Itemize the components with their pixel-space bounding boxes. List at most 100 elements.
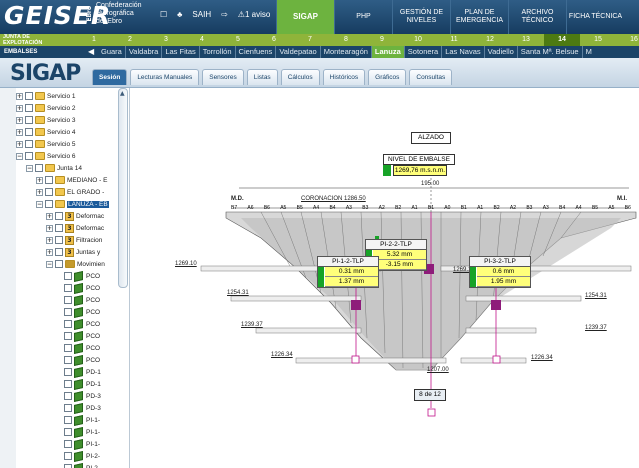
- embalse-link[interactable]: Sotonera: [403, 46, 441, 58]
- tree-item-sensor[interactable]: PCO: [64, 318, 100, 330]
- checkbox[interactable]: [25, 104, 33, 112]
- expand-icon[interactable]: +: [46, 236, 53, 244]
- junta-number-16[interactable]: 16: [616, 34, 639, 46]
- tree-item-sensor[interactable]: PCO: [64, 282, 100, 294]
- junta-number-11[interactable]: 11: [436, 34, 472, 46]
- tab-lecturas-manuales[interactable]: Lecturas Manuales: [130, 69, 200, 85]
- tree-item-grupo[interactable]: +3 Juntas y: [46, 246, 100, 258]
- checkbox[interactable]: [64, 368, 72, 376]
- junta-number-10[interactable]: 10: [400, 34, 436, 46]
- alert-link[interactable]: ⚠1 aviso: [238, 10, 271, 19]
- nav-plan-emergencia[interactable]: PLAN DE EMERGENCIA: [450, 0, 508, 34]
- tree-item-grupo[interactable]: +3 Deformac: [46, 222, 104, 234]
- checkbox[interactable]: [55, 248, 63, 256]
- tree-item-sensor[interactable]: PI-2-: [64, 450, 100, 462]
- embalse-link[interactable]: Lanuza: [370, 46, 404, 58]
- logout-icon[interactable]: ⇨: [221, 10, 228, 19]
- embalse-link[interactable]: Las Navas: [441, 46, 483, 58]
- junta-number-6[interactable]: 6: [256, 34, 292, 46]
- tree-item-grupo[interactable]: − Movimien: [46, 258, 105, 270]
- arrow-left-icon[interactable]: ◀: [88, 46, 94, 58]
- checkbox[interactable]: [64, 440, 72, 448]
- tab-históricos[interactable]: Históricos: [322, 69, 366, 85]
- checkbox[interactable]: [64, 392, 72, 400]
- embalse-link[interactable]: Santa Mª. Belsue: [516, 46, 582, 58]
- junta-number-13[interactable]: 13: [508, 34, 544, 46]
- checkbox[interactable]: [64, 296, 72, 304]
- expand-icon[interactable]: +: [36, 188, 43, 196]
- junta-number-2[interactable]: 2: [112, 34, 148, 46]
- checkbox[interactable]: [45, 200, 53, 208]
- junta-number-15[interactable]: 15: [580, 34, 616, 46]
- expand-icon[interactable]: +: [36, 176, 43, 184]
- collapse-icon[interactable]: −: [16, 152, 23, 160]
- tree-item-sensor[interactable]: PI-1-: [64, 414, 100, 426]
- junta-number-9[interactable]: 9: [364, 34, 400, 46]
- embalse-link[interactable]: M: [581, 46, 595, 58]
- checkbox[interactable]: [64, 356, 72, 364]
- nav-gestion-niveles[interactable]: GESTIÓN DE NIVELES: [392, 0, 450, 34]
- expand-icon[interactable]: +: [16, 92, 23, 100]
- embalse-link[interactable]: Montearagón: [319, 46, 371, 58]
- nav-sigap[interactable]: SIGAP: [276, 0, 334, 34]
- junta-number-5[interactable]: 5: [220, 34, 256, 46]
- tree-item-sensor[interactable]: PI-2-: [64, 462, 100, 468]
- checkbox[interactable]: [55, 236, 63, 244]
- checkbox[interactable]: [64, 272, 72, 280]
- tree-item-embalse[interactable]: + EL GRADO -: [36, 186, 104, 198]
- tree-item-sensor[interactable]: PCO: [64, 342, 100, 354]
- tree-item-sensor[interactable]: PI-1-: [64, 438, 100, 450]
- collapse-icon[interactable]: −: [26, 164, 33, 172]
- checkbox[interactable]: [64, 452, 72, 460]
- network-icon[interactable]: ♣: [177, 10, 182, 19]
- checkbox[interactable]: [35, 164, 43, 172]
- saih-link[interactable]: SAIH: [192, 10, 211, 19]
- checkbox[interactable]: [64, 332, 72, 340]
- expand-icon[interactable]: +: [16, 140, 23, 148]
- expand-icon[interactable]: +: [16, 128, 23, 136]
- tab-listas[interactable]: Listas: [246, 69, 278, 85]
- window-icon[interactable]: ☐: [160, 10, 167, 19]
- tree-item-sensor[interactable]: PD-3: [64, 390, 101, 402]
- embalse-link[interactable]: Torrollón: [198, 46, 235, 58]
- tree-item-grupo[interactable]: +3 Filtracion: [46, 234, 102, 246]
- junta-number-1[interactable]: 1: [76, 34, 112, 46]
- checkbox[interactable]: [55, 260, 63, 268]
- tree-item-servicio[interactable]: + Servicio 5: [16, 138, 76, 150]
- checkbox[interactable]: [64, 404, 72, 412]
- checkbox[interactable]: [64, 464, 72, 468]
- sidebar-scrollbar[interactable]: ▲: [118, 88, 128, 288]
- checkbox[interactable]: [25, 152, 33, 160]
- embalse-link[interactable]: Valdepatao: [275, 46, 319, 58]
- checkbox[interactable]: [25, 128, 33, 136]
- tree-item-servicio[interactable]: − Servicio 6: [16, 150, 76, 162]
- nav-php[interactable]: PHP: [334, 0, 392, 34]
- tree-item-sensor[interactable]: PD-1: [64, 366, 101, 378]
- page-indicator[interactable]: 8 de 12: [414, 389, 446, 401]
- embalse-link[interactable]: Cienfuens: [234, 46, 276, 58]
- checkbox[interactable]: [55, 224, 63, 232]
- embalse-link[interactable]: Las Fitas: [161, 46, 198, 58]
- expand-icon[interactable]: +: [16, 116, 23, 124]
- tree-item-embalse[interactable]: + MEDIANO - E: [36, 174, 107, 186]
- embalse-link[interactable]: Valdabra: [124, 46, 161, 58]
- checkbox[interactable]: [55, 212, 63, 220]
- tab-sesión[interactable]: Sesión: [92, 69, 128, 85]
- tab-sensores[interactable]: Sensores: [202, 69, 244, 85]
- checkbox[interactable]: [64, 380, 72, 388]
- checkbox[interactable]: [64, 320, 72, 328]
- collapse-icon[interactable]: −: [36, 200, 43, 208]
- checkbox[interactable]: [64, 308, 72, 316]
- expand-icon[interactable]: +: [46, 212, 53, 220]
- expand-icon[interactable]: +: [46, 248, 53, 256]
- tab-consultas[interactable]: Consultas: [409, 69, 453, 85]
- sensor-panel-pi-1-2[interactable]: PI-1-2-TLP 0.31 mm 1.37 mm: [317, 256, 379, 288]
- embalse-link[interactable]: Vadiello: [483, 46, 517, 58]
- checkbox[interactable]: [64, 416, 72, 424]
- tree-item-servicio[interactable]: + Servicio 4: [16, 126, 76, 138]
- tree-item-sensor[interactable]: PCO: [64, 306, 100, 318]
- junta-number-3[interactable]: 3: [148, 34, 184, 46]
- checkbox[interactable]: [64, 284, 72, 292]
- junta-number-4[interactable]: 4: [184, 34, 220, 46]
- tree-item-servicio[interactable]: + Servicio 1: [16, 90, 76, 102]
